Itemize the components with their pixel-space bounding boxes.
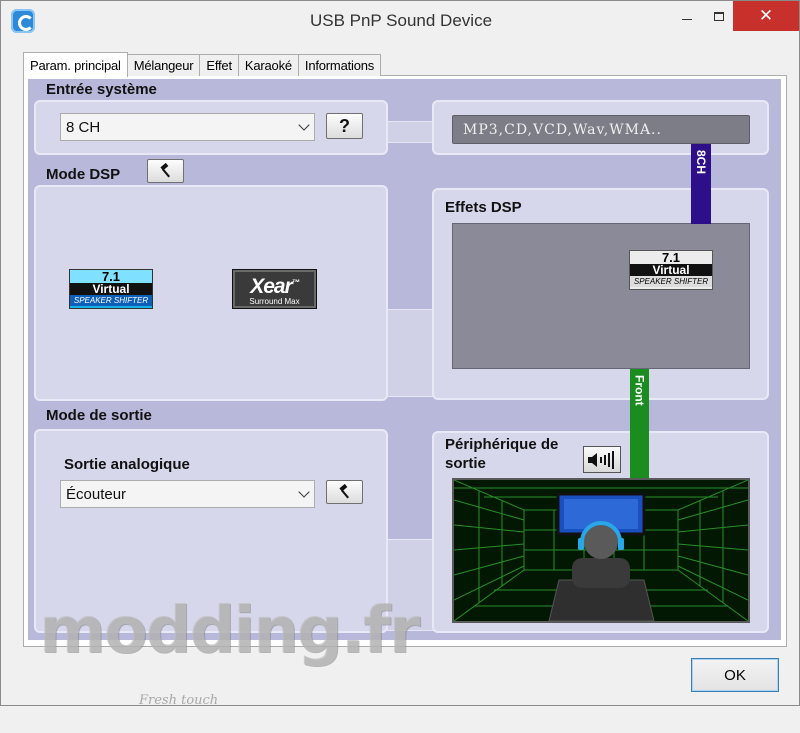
output-device-title: Périphérique de sortie [445, 435, 558, 473]
output-settings-button[interactable] [326, 480, 363, 504]
chevron-down-icon [298, 486, 310, 498]
hammer-icon [338, 484, 349, 499]
dsp-mode-title: Mode DSP [46, 166, 121, 183]
chevron-down-icon [298, 119, 310, 131]
system-input-title: Entrée système [46, 81, 157, 98]
tab-param-principal[interactable]: Param. principal [23, 52, 128, 77]
virtual-71-bottom: SPEAKER SHIFTER [70, 295, 152, 306]
maximize-icon [714, 11, 724, 21]
tab-karaoke[interactable]: Karaoké [237, 54, 299, 76]
xear-brand-text: Xear [250, 274, 293, 298]
watermark: modding.fr Fresh touch [39, 599, 420, 708]
output-select[interactable]: Écouteur [60, 480, 315, 508]
supported-formats: MP3,CD,VCD,Wav,WMA.. [452, 115, 750, 144]
hammer-icon [159, 163, 170, 178]
active-effect-logo: 7.1 Virtual SPEAKER SHIFTER [629, 250, 713, 290]
watermark-text: modding.fr [39, 594, 420, 668]
xear-brand: Xear™ [250, 273, 300, 298]
system-input-value: 8 CH [66, 118, 101, 136]
speaker-icon [588, 450, 614, 469]
listening-room-image [452, 478, 750, 623]
speaker-test-button[interactable] [583, 446, 621, 473]
app-window: USB PnP Sound Device ✕ Param. principal … [0, 0, 800, 708]
xear-logo[interactable]: Xear™ Surround Max [232, 269, 317, 309]
room-illustration [454, 480, 748, 621]
active-effect-mid: Virtual [630, 264, 712, 276]
virtual-71-logo[interactable]: 7.1 Virtual SPEAKER SHIFTER [69, 269, 153, 309]
xear-sub: Surround Max [249, 296, 300, 306]
help-button[interactable]: ? [326, 113, 363, 139]
dsp-effects-display: 7.1 Virtual SPEAKER SHIFTER [452, 223, 750, 369]
tab-effet[interactable]: Effet [199, 54, 239, 76]
connector-dsp [386, 309, 434, 397]
dsp-settings-button[interactable] [147, 159, 184, 183]
minimize-icon [682, 18, 692, 20]
connector-input [386, 121, 434, 143]
channel-front-bar: Front [630, 369, 649, 479]
dsp-effects-title: Effets DSP [445, 199, 522, 216]
active-effect-bottom: SPEAKER SHIFTER [630, 276, 712, 287]
channel-8ch-label: 8CH [694, 150, 708, 175]
close-icon: ✕ [758, 6, 774, 25]
xear-trademark: ™ [291, 277, 300, 287]
ok-button[interactable]: OK [691, 658, 779, 692]
output-device-title-line1: Périphérique de [445, 436, 559, 453]
output-value: Écouteur [66, 485, 127, 503]
tab-melangeur[interactable]: Mélangeur [126, 54, 201, 76]
channel-8ch-bar: 8CH [691, 144, 711, 224]
tab-strip: Param. principal Mélangeur Effet Karaoké… [23, 52, 382, 77]
output-mode-title: Mode de sortie [46, 407, 152, 424]
analog-output-label: Sortie analogique [64, 456, 190, 473]
close-button[interactable]: ✕ [733, 1, 799, 31]
maximize-button[interactable] [703, 1, 735, 31]
watermark-tagline: Fresh touch [139, 693, 219, 708]
title-bar: USB PnP Sound Device ✕ [1, 1, 799, 41]
virtual-71-mid: Virtual [70, 283, 152, 295]
minimize-button[interactable] [671, 1, 703, 31]
output-device-title-line2: sortie [445, 455, 486, 472]
channel-front-label: Front [632, 375, 647, 406]
tab-informations[interactable]: Informations [297, 54, 382, 76]
system-input-select[interactable]: 8 CH [60, 113, 315, 141]
